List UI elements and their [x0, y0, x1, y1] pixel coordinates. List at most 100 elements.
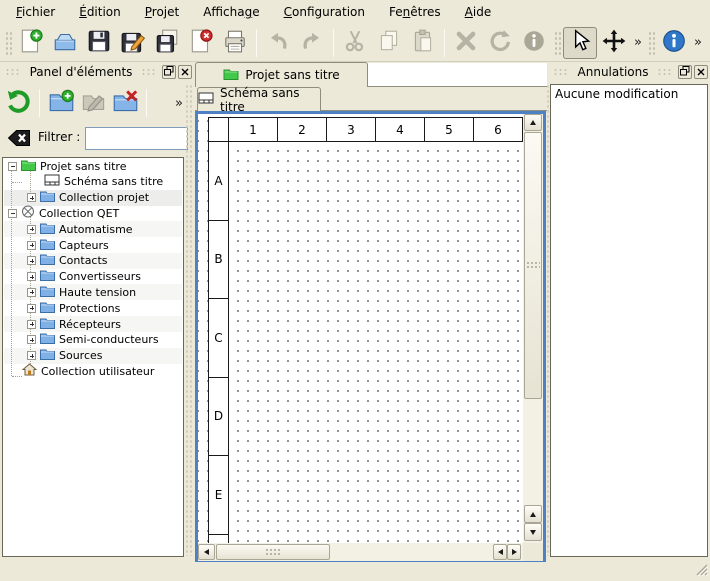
cut-button[interactable] — [338, 27, 372, 59]
horizontal-scrollbar[interactable] — [198, 543, 523, 561]
float-icon — [164, 65, 174, 79]
thumb-grip — [526, 261, 540, 270]
edit-category-button[interactable] — [77, 87, 109, 119]
dock-drag-handle[interactable] — [141, 68, 157, 76]
down-arrow-icon — [530, 530, 536, 535]
tree-item-semi-conducteurs[interactable]: Semi-conducteurs — [4, 332, 182, 348]
expand-expander-icon[interactable] — [27, 304, 36, 313]
folder-icon — [40, 269, 55, 284]
expand-expander-icon[interactable] — [27, 225, 36, 234]
print-button[interactable] — [218, 27, 252, 59]
expand-expander-icon[interactable] — [27, 351, 36, 360]
delete-category-button[interactable] — [109, 87, 141, 119]
resize-grip[interactable] — [695, 563, 708, 579]
folder-icon — [40, 301, 55, 316]
expand-expander-icon[interactable] — [27, 272, 36, 281]
vertical-scrollbar-thumb[interactable] — [524, 132, 542, 399]
reload-collections-button[interactable] — [2, 87, 34, 119]
tab-schema-sans-titre[interactable]: Schéma sans titre — [197, 87, 321, 111]
menu-fenetres[interactable]: Fenêtres — [379, 2, 451, 22]
menu-fichier[interactable]: Fichier — [6, 2, 65, 22]
save-all-button[interactable] — [150, 27, 184, 59]
tree-item-capteurs[interactable]: Capteurs — [4, 237, 182, 253]
status-bar — [0, 562, 710, 581]
rotate-button[interactable] — [483, 27, 517, 59]
tree-item-convertisseurs[interactable]: Convertisseurs — [4, 269, 182, 285]
left-splitter-handle[interactable] — [185, 84, 193, 556]
tab-projet-sans-titre[interactable]: Projet sans titre — [195, 62, 368, 87]
expand-expander-icon[interactable] — [27, 335, 36, 344]
toolbar-overflow-chevron[interactable]: » — [631, 35, 645, 50]
paste-button[interactable] — [406, 27, 440, 59]
undo-button[interactable] — [261, 27, 295, 59]
expand-expander-icon[interactable] — [27, 256, 36, 265]
dock-float-button[interactable] — [162, 65, 176, 79]
tree-item-sources[interactable]: Sources — [4, 348, 182, 364]
menu-edition[interactable]: Édition — [69, 2, 131, 22]
tree-item-haute-tension[interactable]: Haute tension — [4, 284, 182, 300]
select-mode-button[interactable] — [563, 27, 597, 59]
folder-icon — [40, 332, 55, 347]
collapse-expander-icon[interactable] — [8, 162, 17, 171]
horizontal-scrollbar-thumb[interactable] — [216, 544, 330, 560]
toolbar-overflow-chevron[interactable]: » — [691, 35, 705, 50]
elements-panel-toolbar: » — [2, 84, 192, 122]
toolbar-drag-handle[interactable] — [647, 30, 655, 56]
tree-item-automatisme[interactable]: Automatisme — [4, 221, 182, 237]
clear-filter-icon[interactable] — [7, 127, 31, 152]
dock-close-button[interactable] — [178, 65, 192, 79]
tree-item-recepteurs[interactable]: Récepteurs — [4, 316, 182, 332]
dock-float-button[interactable] — [678, 65, 692, 79]
menu-affichage[interactable]: Affichage — [193, 2, 269, 22]
expand-expander-icon[interactable] — [27, 241, 36, 250]
expand-expander-icon[interactable] — [27, 193, 36, 202]
delete-button[interactable] — [449, 27, 483, 59]
menu-configuration[interactable]: Configuration — [274, 2, 375, 22]
tree-item-collection-qet[interactable]: Collection QET — [4, 205, 182, 221]
undo-list-item[interactable]: Aucune modification — [551, 85, 707, 103]
tree-item-collection-projet[interactable]: Collection projet — [4, 190, 182, 206]
menu-projet[interactable]: Projet — [135, 2, 189, 22]
info-button[interactable] — [657, 27, 691, 59]
new-category-button[interactable] — [45, 87, 77, 119]
panel-overflow-chevron[interactable]: » — [172, 96, 186, 111]
element-info-button[interactable] — [517, 27, 551, 59]
dock-drag-handle[interactable] — [657, 68, 673, 76]
scroll-left-button-2[interactable] — [493, 544, 507, 560]
filter-input[interactable] — [85, 127, 188, 150]
schema-canvas[interactable]: 1 2 3 4 5 6 A B C D E — [198, 114, 523, 543]
save-as-button[interactable] — [116, 27, 150, 59]
tree-item-schema[interactable]: Schéma sans titre — [4, 174, 182, 190]
move-mode-button[interactable] — [597, 27, 631, 59]
scroll-left-button[interactable] — [198, 544, 215, 560]
open-document-button[interactable] — [48, 27, 82, 59]
scroll-up-button[interactable] — [524, 114, 542, 131]
vertical-scrollbar[interactable] — [523, 114, 543, 543]
tree-item-contacts[interactable]: Contacts — [4, 253, 182, 269]
scroll-right-button[interactable] — [507, 544, 521, 560]
new-document-button[interactable] — [14, 27, 48, 59]
toolbar-drag-handle[interactable] — [553, 30, 561, 56]
scroll-down-button[interactable] — [524, 523, 542, 541]
tree-item-collection-utilisateur[interactable]: Collection utilisateur — [4, 363, 182, 379]
scroll-up-button-2[interactable] — [524, 505, 542, 523]
tree-item-projet[interactable]: Projet sans titre — [4, 158, 182, 174]
redo-button[interactable] — [295, 27, 329, 59]
dock-drag-handle[interactable] — [553, 68, 569, 76]
copy-button[interactable] — [372, 27, 406, 59]
dock-drag-handle[interactable] — [5, 68, 21, 76]
close-document-button[interactable] — [184, 27, 218, 59]
cut-icon — [342, 28, 368, 57]
expand-expander-icon[interactable] — [27, 288, 36, 297]
left-arrow-icon — [498, 549, 503, 555]
toolbar-drag-handle[interactable] — [4, 30, 12, 56]
open-document-icon — [52, 28, 78, 57]
collapse-expander-icon[interactable] — [8, 209, 17, 218]
save-button[interactable] — [82, 27, 116, 59]
menu-aide[interactable]: Aide — [455, 2, 502, 22]
toolbar-separator — [333, 29, 334, 57]
expand-expander-icon[interactable] — [27, 320, 36, 329]
grid-corner-cell — [208, 117, 229, 142]
dock-close-button[interactable] — [694, 65, 708, 79]
tree-item-protections[interactable]: Protections — [4, 300, 182, 316]
